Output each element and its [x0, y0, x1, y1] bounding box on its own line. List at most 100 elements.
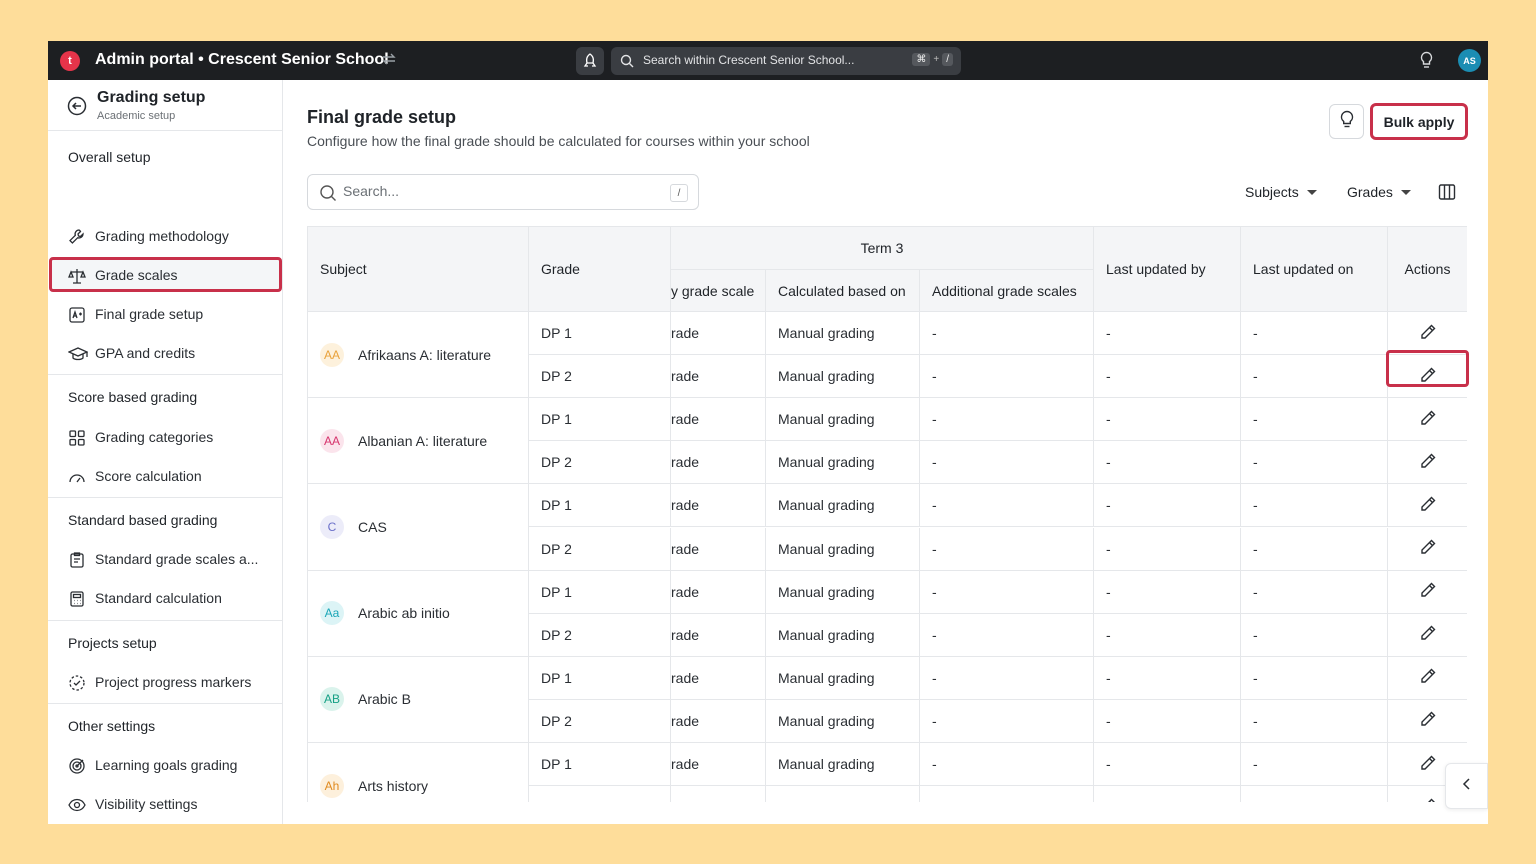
edit-button[interactable]: [1388, 441, 1467, 483]
actions-cell: [1388, 571, 1467, 614]
grade-cell: DP 1: [529, 656, 671, 700]
header-last-updated-by[interactable]: Last updated by: [1094, 227, 1241, 312]
last-updated-by-cell: -: [1094, 355, 1241, 399]
sidebar-divider: [48, 703, 283, 704]
sidebar-item-standard-calculation[interactable]: Standard calculation: [48, 580, 283, 616]
grade-card-icon: [68, 306, 86, 324]
edit-button[interactable]: [1388, 657, 1467, 699]
calculated-based-on-cell: Manual grading: [766, 484, 920, 528]
additional-grade-scales-cell: -: [920, 312, 1094, 356]
sidebar-title: Grading setup: [97, 89, 206, 106]
header-additional-grade-scales[interactable]: Additional grade scales: [920, 270, 1094, 312]
rocket-icon[interactable]: [576, 47, 604, 75]
header-subject[interactable]: Subject: [308, 227, 529, 312]
app-window: t Admin portal • Crescent Senior School …: [48, 41, 1488, 824]
columns-icon[interactable]: [1438, 183, 1456, 206]
sidebar-item-grade-scales[interactable]: Grade scales: [48, 257, 283, 293]
grade-scale-cell: rade: [671, 656, 766, 700]
sidebar-item-learning-goals-grading[interactable]: Learning goals grading: [48, 747, 283, 783]
sidebar-item-gpa-and-credits[interactable]: GPA and credits: [48, 335, 283, 371]
app-logo[interactable]: t: [60, 51, 80, 71]
page-description: Configure how the final grade should be …: [307, 133, 810, 149]
last-updated-by-cell: -: [1094, 527, 1241, 571]
subject-name: CAS: [358, 518, 387, 535]
grade-scale-cell: rade: [671, 398, 766, 442]
actions-cell: [1388, 657, 1467, 700]
sidebar-item-score-calculation[interactable]: Score calculation: [48, 458, 283, 494]
subject-cell: AA Albanian A: literature: [308, 398, 529, 485]
last-updated-by-cell: -: [1094, 398, 1241, 442]
tips-button[interactable]: [1329, 104, 1364, 139]
sidebar: Grading setup Academic setup Overall set…: [48, 80, 283, 824]
last-updated-on-cell: -: [1241, 656, 1388, 700]
header-calculated-based-on[interactable]: Calculated based on: [766, 270, 920, 312]
header-term-group: Term 3: [671, 227, 1094, 270]
collapse-panel-button[interactable]: [1445, 763, 1488, 809]
sidebar-item-label: Score calculation: [95, 468, 202, 484]
command-key: ⌘: [912, 53, 931, 66]
sidebar-item-project-progress-markers[interactable]: Project progress markers: [48, 664, 283, 700]
sidebar-item-visibility-settings[interactable]: Visibility settings: [48, 786, 283, 822]
grade-scale-cell: rade: [671, 312, 766, 356]
sidebar-item-final-grade-setup[interactable]: Final grade setup: [48, 296, 283, 332]
section-score-based-grading: Score based grading: [68, 389, 198, 405]
switch-school-icon[interactable]: [381, 52, 397, 70]
app-title: Admin portal • Crescent Senior School: [95, 51, 389, 68]
sidebar-item-standard-grade-scales[interactable]: Standard grade scales a...: [48, 541, 283, 577]
last-updated-on-cell: -: [1241, 484, 1388, 528]
subject-avatar: C: [320, 514, 344, 539]
grade-scale-cell: rade: [671, 786, 766, 802]
subjects-filter[interactable]: Subjects: [1245, 184, 1317, 200]
header-grade[interactable]: Grade: [529, 227, 671, 312]
last-updated-by-cell: -: [1094, 656, 1241, 700]
edit-button[interactable]: [1388, 312, 1467, 354]
bulk-apply-button[interactable]: Bulk apply: [1370, 103, 1468, 140]
sidebar-item-grading-methodology[interactable]: Grading methodology: [48, 218, 283, 254]
back-arrow-icon[interactable]: [67, 96, 87, 121]
global-search[interactable]: Search within Crescent Senior School... …: [611, 47, 961, 75]
additional-grade-scales-cell: -: [920, 570, 1094, 614]
header-grade-scale[interactable]: y grade scale: [671, 270, 766, 312]
lightbulb-icon[interactable]: [1419, 51, 1434, 75]
sidebar-subtitle: Academic setup: [97, 110, 176, 122]
subject-name: Afrikaans A: literature: [358, 346, 492, 363]
gauge-icon: [68, 468, 86, 486]
edit-button[interactable]: [1388, 398, 1467, 440]
edit-button[interactable]: [1388, 614, 1467, 656]
last-updated-on-cell: -: [1241, 743, 1388, 787]
pencil-icon: [1419, 667, 1437, 688]
grades-filter[interactable]: Grades: [1347, 184, 1411, 200]
actions-cell: [1388, 484, 1467, 528]
subject-cell: AB Arabic B: [308, 656, 529, 743]
subject-cell: Aa Arabic ab initio: [308, 570, 529, 657]
sidebar-item-grading-categories[interactable]: Grading categories: [48, 419, 283, 455]
last-updated-on-cell: -: [1241, 355, 1388, 399]
sidebar-item-label: Grade scales: [95, 267, 178, 283]
user-avatar[interactable]: AS: [1458, 49, 1481, 72]
additional-grade-scales-cell: -: [920, 786, 1094, 802]
header-last-updated-on[interactable]: Last updated on: [1241, 227, 1388, 312]
calculated-based-on-cell: Manual grading: [766, 398, 920, 442]
actions-cell: [1388, 398, 1467, 442]
table-search[interactable]: /: [307, 174, 699, 210]
grades-filter-label: Grades: [1347, 184, 1393, 200]
actions-cell: [1388, 528, 1467, 571]
search-shortcut: ⌘ + /: [912, 53, 953, 66]
sidebar-item-label: Final grade setup: [95, 306, 204, 322]
progress-check-icon: [68, 674, 86, 692]
final-grade-table: Subject Grade Term 3y grade scale Calculate…: [307, 226, 1467, 802]
sidebar-header: Grading setup Academic setup: [48, 80, 283, 131]
edit-button[interactable]: [1388, 528, 1467, 570]
calculated-based-on-cell: Manual grading: [766, 743, 920, 787]
additional-grade-scales-cell: -: [920, 398, 1094, 442]
search-input[interactable]: [343, 183, 643, 199]
search-icon: [620, 54, 634, 73]
shortcut-plus: +: [933, 54, 940, 65]
edit-button[interactable]: [1388, 700, 1467, 742]
grade-scale-cell: rade: [671, 355, 766, 399]
edit-button[interactable]: [1388, 484, 1467, 526]
grade-scale-cell: rade: [671, 484, 766, 528]
clipboard-icon: [68, 551, 86, 569]
edit-button[interactable]: [1388, 571, 1467, 613]
actions-cell: [1388, 700, 1467, 743]
